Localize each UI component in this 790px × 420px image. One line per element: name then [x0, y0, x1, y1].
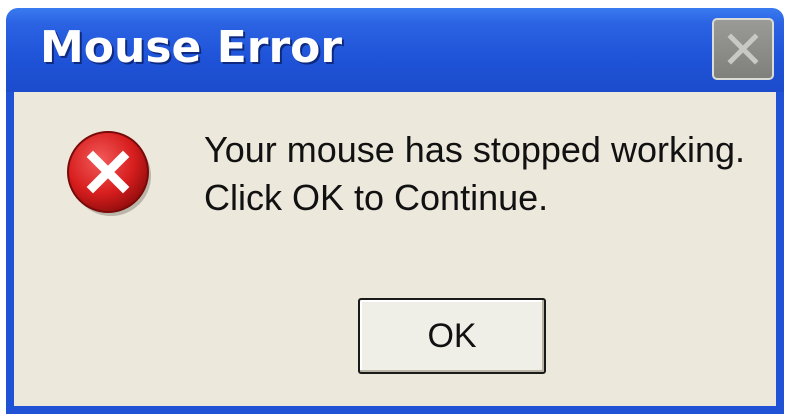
error-dialog: Mouse Error Your mouse has stopped worki…	[6, 8, 784, 414]
message-line-1: Your mouse has stopped working.	[204, 129, 746, 170]
title-bar[interactable]: Mouse Error	[6, 8, 784, 92]
message-line-2: Click OK to Continue.	[204, 177, 549, 218]
error-message: Your mouse has stopped working. Click OK…	[204, 126, 745, 222]
close-icon	[727, 33, 759, 65]
dialog-body: Your mouse has stopped working. Click OK…	[14, 92, 776, 406]
close-button[interactable]	[712, 18, 774, 80]
window-title: Mouse Error	[40, 22, 343, 73]
ok-button[interactable]: OK	[358, 298, 546, 374]
error-icon	[67, 131, 151, 216]
